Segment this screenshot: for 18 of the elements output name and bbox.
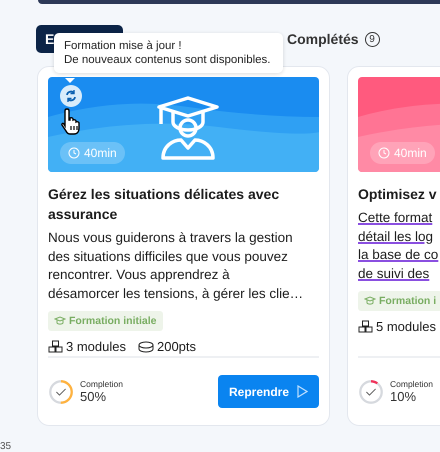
course-title: Gérez les situations délicates avec assurance xyxy=(48,185,280,224)
course-tag: Formation initiale xyxy=(48,311,163,331)
completion-value: 50% xyxy=(80,389,108,404)
duration-badge: 40min xyxy=(60,142,125,164)
modules-count: 5 modules xyxy=(358,319,436,334)
tab-count: 9 xyxy=(364,32,380,46)
course-description: Nous vous guiderons à travers la gestion des situations difficiles que vous pouvez rencontrer. Vous apprendrez à désamorcer les tensions, à gérer les clie… xyxy=(48,229,304,303)
completion-value: 10% xyxy=(390,389,418,404)
points-count: 200pts xyxy=(138,339,196,354)
page-number: 35 xyxy=(0,441,12,452)
duration-badge: 40min xyxy=(370,142,435,164)
modules-count: 3 modules xyxy=(48,339,126,354)
completion-label: Completion xyxy=(390,379,433,389)
completion-label: Completion xyxy=(80,379,123,389)
course-title: Optimisez v xyxy=(358,185,438,204)
tooltip: Formation mise à jour ! De nouveaux contenus sont disponibles. xyxy=(54,33,283,73)
course-tag: Formation i xyxy=(358,291,440,311)
course-description: Cette format détail les log la base de co de suivi des xyxy=(358,209,440,282)
